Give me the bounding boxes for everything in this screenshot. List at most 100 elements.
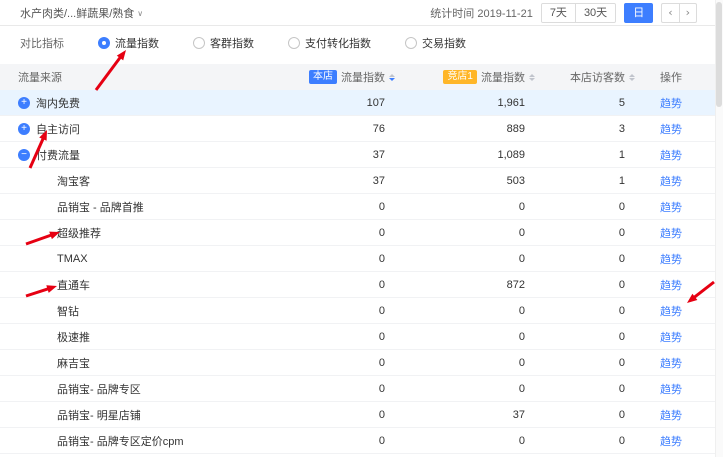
value-own-index: 107: [306, 97, 401, 109]
trend-link[interactable]: 趋势: [660, 254, 682, 266]
stat-time-label: 统计时间: [430, 8, 474, 20]
stat-time-text: 统计时间 2019-11-21: [430, 5, 533, 21]
table-row[interactable]: 淘宝客375031趋势: [0, 168, 723, 194]
trend-link[interactable]: 趋势: [660, 358, 682, 370]
value-own-visitors: 0: [541, 357, 641, 369]
breadcrumb[interactable]: 水产肉类/...鲜蔬果/熟食 ∨: [20, 5, 143, 21]
source-name: 超级推荐: [57, 225, 101, 241]
value-competitor-index: 0: [401, 201, 541, 213]
trend-link[interactable]: 趋势: [660, 202, 682, 214]
expand-icon[interactable]: +: [18, 97, 30, 109]
source-cell: 超级推荐: [18, 225, 306, 241]
action-cell: 趋势: [641, 355, 701, 371]
trend-link[interactable]: 趋势: [660, 176, 682, 188]
column-header-own-visitors[interactable]: 本店访客数: [541, 69, 641, 85]
table-header: 流量来源 本店 流量指数 竞店1 流量指数 本店访客数 操作: [0, 64, 723, 90]
trend-link[interactable]: 趋势: [660, 228, 682, 240]
traffic-source-table: 流量来源 本店 流量指数 竞店1 流量指数 本店访客数 操作 +淘内免费1071…: [0, 64, 723, 454]
metric-option-customer-index[interactable]: 客群指数: [193, 35, 254, 51]
table-row[interactable]: 直通车08720趋势: [0, 272, 723, 298]
range-7d-button[interactable]: 7天: [542, 4, 575, 22]
source-cell: 直通车: [18, 277, 306, 293]
range-30d-button[interactable]: 30天: [575, 4, 615, 22]
value-own-visitors: 0: [541, 201, 641, 213]
value-own-visitors: 0: [541, 383, 641, 395]
action-cell: 趋势: [641, 147, 701, 163]
action-cell: 趋势: [641, 225, 701, 241]
value-competitor-index: 0: [401, 331, 541, 343]
action-cell: 趋势: [641, 433, 701, 449]
range-day-button[interactable]: 日: [624, 3, 653, 23]
action-cell: 趋势: [641, 381, 701, 397]
trend-link[interactable]: 趋势: [660, 124, 682, 136]
source-name: 智钻: [57, 303, 79, 319]
metric-option-conversion-index[interactable]: 支付转化指数: [288, 35, 371, 51]
value-competitor-index: 37: [401, 409, 541, 421]
trend-link[interactable]: 趋势: [660, 150, 682, 162]
action-cell: 趋势: [641, 277, 701, 293]
metric-option-label: 客群指数: [210, 35, 254, 51]
scrollbar[interactable]: [715, 0, 723, 457]
table-row[interactable]: + 淘内免费 1071,9615 趋势: [0, 90, 723, 116]
action-cell: 趋势: [641, 121, 701, 137]
source-name: 品销宝 - 品牌首推: [57, 199, 144, 215]
value-competitor-index: 0: [401, 305, 541, 317]
trend-link[interactable]: 趋势: [660, 410, 682, 422]
scrollbar-thumb[interactable]: [716, 2, 722, 107]
metric-option-label: 流量指数: [115, 35, 159, 51]
own-shop-badge: 本店: [309, 70, 337, 84]
value-own-visitors: 0: [541, 253, 641, 265]
sort-icon-own-index[interactable]: [389, 74, 395, 81]
stat-time-date: 2019-11-21: [477, 8, 532, 20]
metric-option-traffic-index[interactable]: 流量指数: [98, 35, 159, 51]
table-row[interactable]: 品销宝- 明星店铺0370趋势: [0, 402, 723, 428]
value-competitor-index: 1,961: [401, 97, 541, 109]
value-own-visitors: 0: [541, 331, 641, 343]
table-row[interactable]: 智钻000趋势: [0, 298, 723, 324]
value-own-index: 0: [306, 253, 401, 265]
source-name: 淘内免费: [36, 95, 80, 111]
value-own-index: 37: [306, 149, 401, 161]
date-nav-group: ‹ ›: [661, 3, 697, 23]
trend-link[interactable]: 趋势: [660, 384, 682, 396]
table-row[interactable]: +自主访问768893趋势: [0, 116, 723, 142]
own-index-label: 流量指数: [341, 69, 385, 85]
value-own-index: 0: [306, 357, 401, 369]
action-cell: 趋势: [641, 199, 701, 215]
value-competitor-index: 872: [401, 279, 541, 291]
trend-link[interactable]: 趋势: [660, 306, 682, 318]
metric-option-trade-index[interactable]: 交易指数: [405, 35, 466, 51]
value-own-visitors: 5: [541, 97, 641, 109]
table-row[interactable]: 品销宝- 品牌专区定价cpm000趋势: [0, 428, 723, 454]
column-header-competitor-index[interactable]: 竞店1 流量指数: [401, 69, 541, 85]
table-row[interactable]: 麻吉宝000趋势: [0, 350, 723, 376]
trend-link[interactable]: 趋势: [660, 332, 682, 344]
table-row[interactable]: 品销宝 - 品牌首推000趋势: [0, 194, 723, 220]
table-row[interactable]: −付费流量371,0891趋势: [0, 142, 723, 168]
sort-icon-own-visitors[interactable]: [629, 74, 635, 81]
table-row[interactable]: TMAX000趋势: [0, 246, 723, 272]
column-header-own-index[interactable]: 本店 流量指数: [306, 69, 401, 85]
source-name: 品销宝- 品牌专区定价cpm: [57, 433, 184, 449]
collapse-icon[interactable]: −: [18, 149, 30, 161]
expand-icon[interactable]: +: [18, 123, 30, 135]
trend-link[interactable]: 趋势: [660, 280, 682, 292]
value-own-index: 76: [306, 123, 401, 135]
sort-icon-competitor-index[interactable]: [529, 74, 535, 81]
next-date-icon[interactable]: ›: [679, 4, 696, 22]
table-row[interactable]: 品销宝- 品牌专区000趋势: [0, 376, 723, 402]
metric-option-label: 交易指数: [422, 35, 466, 51]
source-cell: TMAX: [18, 253, 306, 265]
value-own-visitors: 0: [541, 279, 641, 291]
value-competitor-index: 0: [401, 227, 541, 239]
prev-date-icon[interactable]: ‹: [662, 4, 678, 22]
action-cell: 趋势: [641, 407, 701, 423]
action-cell: 趋势: [641, 95, 701, 111]
trend-link[interactable]: 趋势: [660, 436, 682, 448]
value-own-visitors: 0: [541, 305, 641, 317]
value-own-visitors: 1: [541, 149, 641, 161]
trend-link[interactable]: 趋势: [660, 98, 682, 110]
table-row[interactable]: 极速推000趋势: [0, 324, 723, 350]
topbar-right: 统计时间 2019-11-21 7天 30天 日 ‹ ›: [430, 3, 697, 23]
table-row[interactable]: 超级推荐000趋势: [0, 220, 723, 246]
